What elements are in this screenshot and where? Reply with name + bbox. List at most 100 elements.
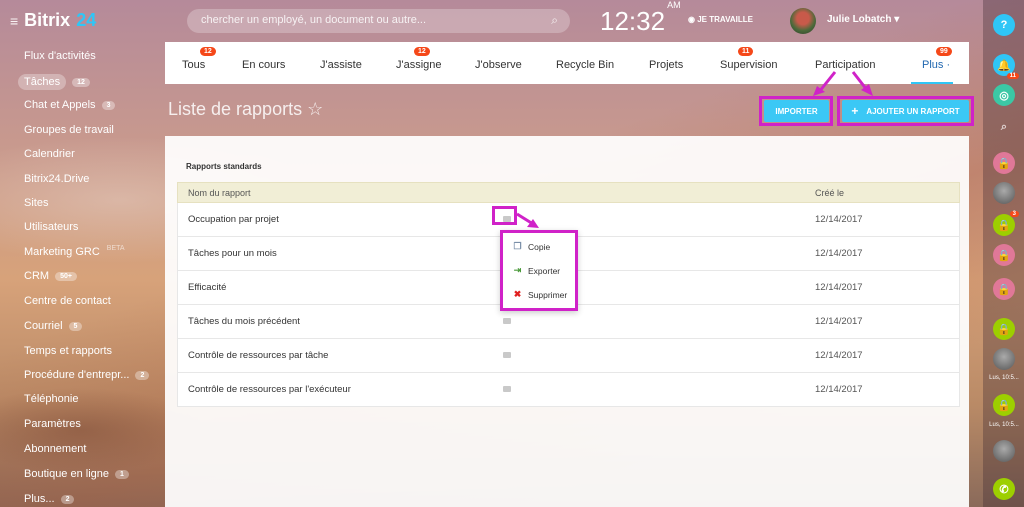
help-icon[interactable]: ? [993, 14, 1015, 36]
copy-icon: ❐ [513, 241, 522, 251]
lock-icon[interactable]: 🔒 [993, 152, 1015, 174]
sidebar-item[interactable]: Centre de contact [24, 295, 111, 307]
lock-icon[interactable]: 🔒 3 [993, 211, 1019, 236]
contact-avatar[interactable] [993, 440, 1015, 462]
report-name[interactable]: Occupation par projet [188, 214, 279, 225]
lock-icon[interactable]: 🔒 [993, 278, 1015, 300]
row-menu-icon[interactable] [503, 352, 511, 358]
sidebar-item[interactable]: Procédure d'entrepr... 2 [24, 369, 150, 381]
sidebar-item-label: Groupes de travail [24, 124, 114, 136]
report-name[interactable]: Tâches du mois précédent [188, 316, 300, 327]
sidebar-item[interactable]: Courriel 5 [24, 320, 83, 332]
sidebar-item[interactable]: Téléphonie [24, 393, 78, 405]
clock: 12:32AM [600, 0, 681, 37]
sidebar-item-label: Bitrix24.Drive [24, 173, 90, 185]
sidebar-item[interactable]: Tâches 12 [18, 74, 90, 90]
contact-avatar[interactable] [993, 348, 1015, 370]
sidebar-item[interactable]: Flux d'activités [24, 50, 96, 62]
sidebar-item[interactable]: Sites [24, 197, 48, 209]
sidebar-item[interactable]: Chat et Appels 3 [24, 99, 116, 111]
tab-item[interactable]: J'assiste [320, 59, 362, 71]
report-date: 12/14/2017 [815, 384, 863, 395]
tab-label: Projets [649, 59, 684, 71]
logo-number: 24 [76, 10, 97, 30]
star-icon[interactable]: ☆ [307, 99, 323, 119]
logo-text: Bitrix [24, 10, 71, 30]
menu-item-copy[interactable]: ❐ Copie [513, 241, 550, 252]
sidebar-item-count: 3 [101, 100, 116, 110]
user-avatar[interactable] [790, 8, 816, 34]
highlight-box [837, 96, 974, 126]
sidebar-item[interactable]: Plus... 2 [24, 493, 75, 505]
tab-item[interactable]: J'observe [475, 59, 522, 71]
sidebar-item-count: BETA [106, 244, 125, 252]
work-status-button[interactable]: ◉ JE TRAVAILLE [688, 15, 753, 24]
tab-item[interactable]: Projets [649, 59, 683, 71]
column-header[interactable]: Nom du rapport [188, 188, 251, 198]
tab-badge: 12 [200, 47, 216, 56]
sidebar-item[interactable]: Temps et rapports [24, 345, 112, 357]
tab-label: Plus [922, 59, 944, 71]
sidebar-item-label: Abonnement [24, 443, 87, 455]
bell-icon[interactable]: 🔔 11 [993, 54, 1019, 79]
search-icon[interactable]: ⌕ [993, 116, 1015, 138]
menu-item-label: Supprimer [528, 289, 568, 300]
tab-item[interactable]: Tous 12 [182, 47, 216, 71]
row-menu-icon[interactable] [503, 386, 511, 392]
lock-icon[interactable]: 🔒 [993, 394, 1015, 416]
logo[interactable]: ≡ Bitrix 24 [10, 10, 96, 31]
sidebar-item[interactable]: Boutique en ligne 1 [24, 468, 129, 480]
sidebar-item[interactable]: Utilisateurs [24, 221, 78, 233]
menu-item-label: Exporter [528, 265, 561, 276]
search-icon[interactable]: ⌕ [551, 13, 558, 28]
menu-item-export[interactable]: ⇥ Exporter [513, 265, 560, 276]
column-header[interactable]: Créé le [815, 188, 844, 198]
chat-count: 3 [1009, 211, 1019, 217]
user-name: Julie Lobatch [827, 14, 892, 25]
sidebar-item[interactable]: Marketing GRC BETA [24, 244, 130, 259]
menu-item-delete[interactable]: ✖ Supprimer [513, 289, 568, 300]
timeline-icon[interactable]: ◎ [993, 84, 1015, 106]
sidebar-item-label: Chat et Appels [24, 99, 96, 111]
search-input[interactable]: chercher un employé, un document ou autr… [187, 9, 570, 33]
sidebar-item[interactable]: Calendrier [24, 148, 75, 160]
tab-label: Recycle Bin [556, 59, 615, 71]
report-date: 12/14/2017 [815, 316, 863, 327]
tab-item[interactable]: En cours [242, 59, 285, 71]
sidebar-item[interactable]: CRM 50+ [24, 270, 77, 282]
phone-icon[interactable]: ✆ [993, 478, 1015, 500]
lock-icon[interactable]: 🔒 [993, 244, 1015, 266]
report-name[interactable]: Tâches pour un mois [188, 248, 277, 259]
tab-item[interactable]: J'assigne 12 [396, 47, 442, 71]
tab-label: Tous [182, 59, 206, 71]
notification-count: 11 [1006, 73, 1019, 79]
table-row[interactable]: Contrôle de ressources par l'exécuteur 12… [177, 373, 960, 407]
tab-item[interactable]: Supervision 11 [720, 47, 777, 71]
row-menu-icon[interactable] [503, 318, 511, 324]
report-date: 12/14/2017 [815, 282, 863, 293]
contact-avatar[interactable] [993, 182, 1015, 204]
sidebar-item[interactable]: Bitrix24.Drive [24, 173, 89, 185]
chevron-down-icon: · [943, 59, 951, 71]
sidebar-item-count: 5 [68, 321, 83, 331]
active-tab-underline [911, 82, 953, 84]
menu-icon[interactable]: ≡ [10, 13, 18, 29]
report-name[interactable]: Efficacité [188, 282, 226, 293]
sidebar-item-label: Courriel [24, 320, 63, 332]
table-row[interactable]: Contrôle de ressources par tâche 12/14/20… [177, 339, 960, 373]
user-menu[interactable]: Julie Lobatch ▾ [827, 14, 899, 25]
tab-item[interactable]: Plus · 99 [922, 47, 952, 71]
report-name[interactable]: Contrôle de ressources par tâche [188, 350, 328, 361]
sidebar-item[interactable]: Paramètres [24, 418, 81, 430]
report-name[interactable]: Contrôle de ressources par l'exécuteur [188, 384, 351, 395]
lock-icon[interactable]: 🔒 [993, 318, 1015, 340]
sidebar-item-label: CRM [24, 270, 50, 282]
sidebar-item-count: 50+ [55, 271, 77, 281]
sidebar-item-label: Tâches [18, 74, 67, 90]
tab-item[interactable]: Recycle Bin [556, 59, 614, 71]
work-status-label: JE TRAVAILLE [697, 15, 753, 24]
sidebar-item-label: Boutique en ligne [24, 468, 110, 480]
sidebar-item[interactable]: Groupes de travail [24, 124, 114, 136]
sidebar-item[interactable]: Abonnement [24, 443, 86, 455]
tab-label: J'assiste [320, 59, 362, 71]
